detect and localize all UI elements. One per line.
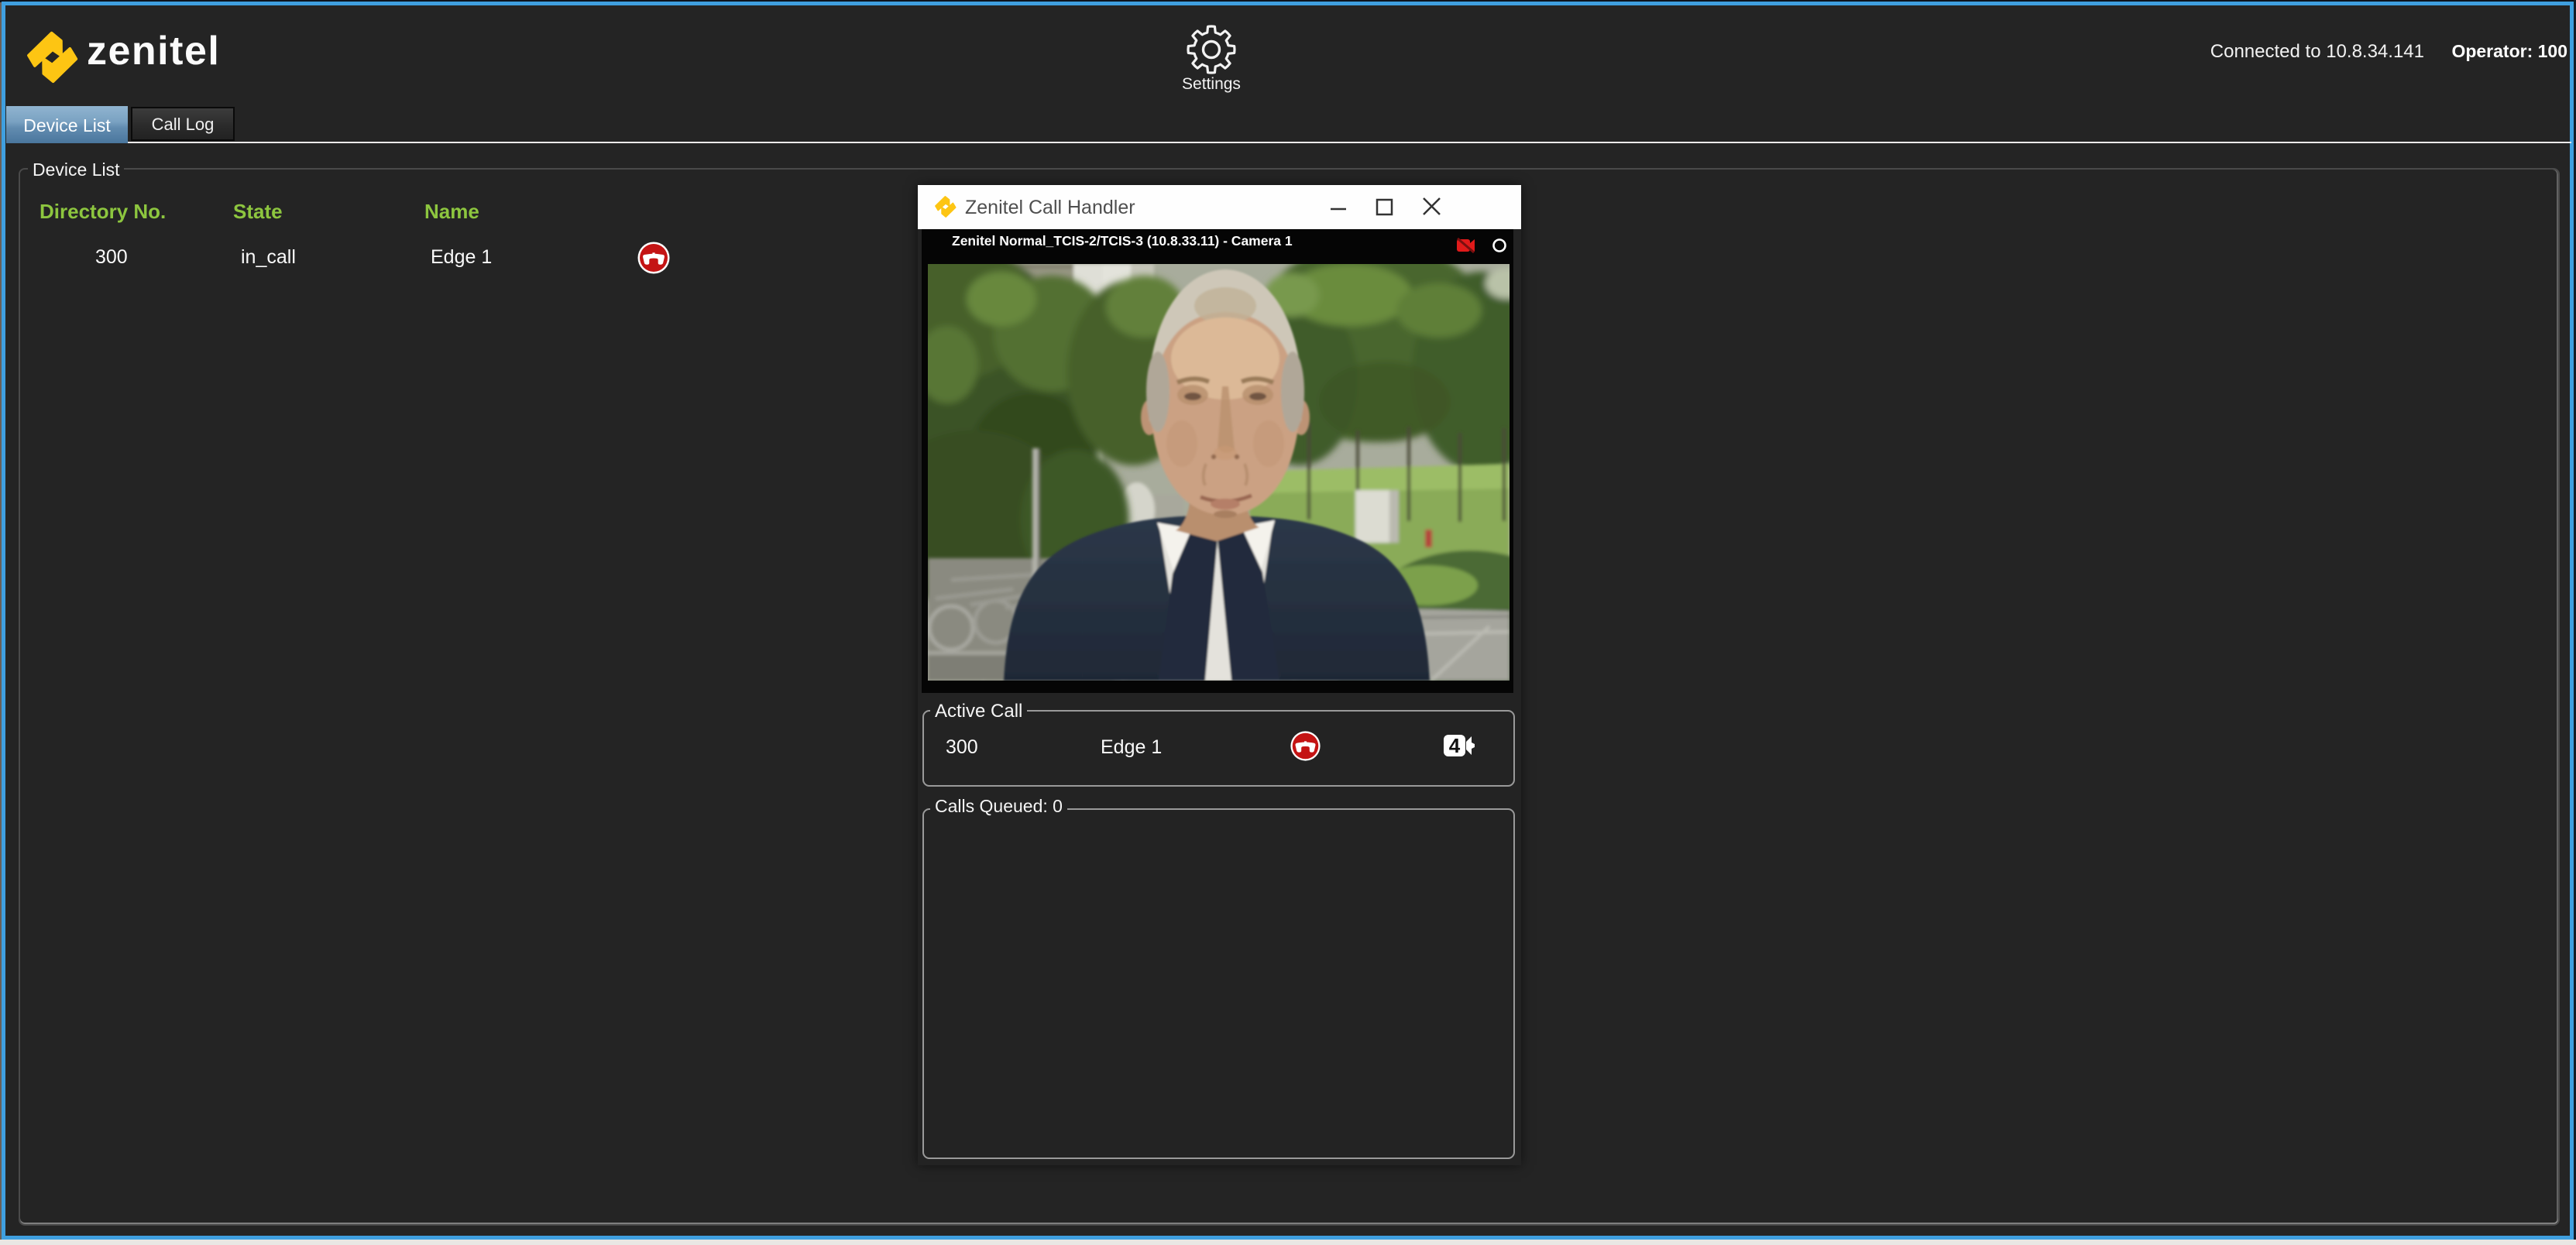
- svg-text:4: 4: [1449, 734, 1461, 757]
